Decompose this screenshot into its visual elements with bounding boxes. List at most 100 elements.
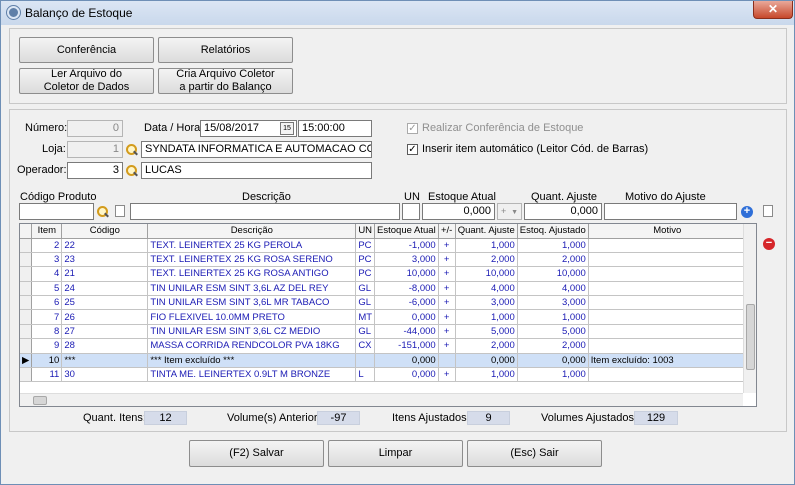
cell-descricao[interactable]: MASSA CORRIDA RENDCOLOR PVA 18KG — [147, 338, 357, 354]
cell-un[interactable]: GL — [355, 295, 376, 311]
cell-descricao[interactable]: TEXT. LEINERTEX 25 KG ROSA SERENO — [147, 252, 357, 268]
cell-quant-ajuste[interactable]: 1,000 — [455, 238, 518, 253]
cell-quant-ajuste[interactable]: 2,000 — [455, 252, 518, 268]
cell-quant-ajuste[interactable]: 2,000 — [455, 338, 518, 354]
table-row[interactable]: 6 25 TIN UNILAR ESM SINT 3,6L MR TABACO GL -… — [20, 295, 747, 311]
cell-item[interactable]: 5 — [31, 281, 63, 297]
grid-vertical-scrollbar[interactable] — [743, 224, 756, 393]
motivo-ajuste-input[interactable] — [604, 203, 737, 220]
un-input[interactable] — [402, 203, 420, 220]
cell-codigo[interactable]: *** — [61, 353, 149, 369]
cell-item[interactable]: 3 — [31, 252, 63, 268]
table-row[interactable]: 9 28 MASSA CORRIDA RENDCOLOR PVA 18KG CX -15… — [20, 338, 747, 354]
row-indicator[interactable] — [20, 324, 33, 340]
cell-codigo[interactable]: 21 — [61, 266, 149, 282]
cell-estoque-atual[interactable]: 0,000 — [374, 367, 439, 383]
cell-item[interactable]: 10 — [31, 353, 63, 369]
cell-codigo[interactable]: 24 — [61, 281, 149, 297]
row-indicator[interactable] — [20, 309, 33, 325]
estoque-atual-input[interactable]: 0,000 — [422, 203, 495, 220]
remove-item-icon[interactable]: − — [763, 238, 775, 250]
cell-quant-ajuste[interactable]: 4,000 — [455, 281, 518, 297]
cell-sinal[interactable]: + — [438, 281, 456, 297]
produto-search-icon[interactable] — [97, 206, 108, 217]
cell-quant-ajuste[interactable]: 10,000 — [455, 266, 518, 282]
cell-item[interactable]: 7 — [31, 309, 63, 325]
cell-estoq-ajustado[interactable]: 0,000 — [517, 353, 589, 369]
row-indicator[interactable] — [20, 367, 33, 383]
header-codigo[interactable]: Código — [61, 224, 149, 239]
vertical-scroll-thumb[interactable] — [746, 304, 755, 370]
row-indicator[interactable] — [20, 266, 33, 282]
add-item-icon[interactable]: + — [741, 206, 753, 218]
cell-motivo[interactable] — [588, 338, 747, 354]
cell-item[interactable]: 4 — [31, 266, 63, 282]
cell-quant-ajuste[interactable]: 0,000 — [455, 353, 518, 369]
header-quant-ajuste[interactable]: Quant. Ajuste — [455, 224, 518, 239]
cell-un[interactable]: PC — [355, 238, 376, 253]
header-un[interactable]: UN — [355, 224, 376, 239]
sair-button[interactable]: (Esc) Sair — [467, 440, 602, 467]
cell-codigo[interactable]: 22 — [61, 238, 149, 253]
row-indicator[interactable] — [20, 252, 33, 268]
header-item[interactable]: Item — [31, 224, 63, 239]
cell-estoque-atual[interactable]: 10,000 — [374, 266, 439, 282]
cell-descricao[interactable]: TINTA ME. LEINERTEX 0.9LT M BRONZE — [147, 367, 357, 383]
cell-codigo[interactable]: 28 — [61, 338, 149, 354]
table-row[interactable]: 5 24 TIN UNILAR ESM SINT 3,6L AZ DEL REY GL… — [20, 281, 747, 297]
loja-search-icon[interactable] — [126, 144, 137, 155]
cell-motivo[interactable] — [588, 238, 747, 253]
table-row[interactable]: ▶ 10 *** *** Item excluído *** 0,000 0,000 0,0… — [20, 353, 747, 369]
row-indicator[interactable] — [20, 238, 33, 253]
cell-sinal[interactable]: + — [438, 309, 456, 325]
cell-motivo[interactable] — [588, 309, 747, 325]
cria-arquivo-coletor-button[interactable]: Cria Arquivo Coletor a partir do Balanço — [158, 68, 293, 94]
calendar-icon[interactable]: 15 — [280, 122, 294, 135]
cell-estoq-ajustado[interactable]: 1,000 — [517, 238, 589, 253]
header-motivo[interactable]: Motivo — [588, 224, 747, 239]
cell-descricao[interactable]: TIN UNILAR ESM SINT 3,6L AZ DEL REY — [147, 281, 357, 297]
cell-estoq-ajustado[interactable]: 1,000 — [517, 367, 589, 383]
cell-estoq-ajustado[interactable]: 4,000 — [517, 281, 589, 297]
operador-name-field[interactable]: LUCAS — [141, 162, 372, 179]
cell-estoque-atual[interactable]: 3,000 — [374, 252, 439, 268]
cell-estoque-atual[interactable]: 0,000 — [374, 353, 439, 369]
loja-name-field[interactable]: SYNDATA INFORMATICA E AUTOMACAO COME — [141, 141, 372, 158]
horizontal-scroll-thumb[interactable] — [33, 396, 47, 405]
cell-quant-ajuste[interactable]: 1,000 — [455, 367, 518, 383]
header-sinal[interactable]: +/- — [438, 224, 456, 239]
cell-item[interactable]: 2 — [31, 238, 63, 253]
cell-estoq-ajustado[interactable]: 10,000 — [517, 266, 589, 282]
cell-item[interactable]: 9 — [31, 338, 63, 354]
realizar-conferencia-checkbox[interactable]: ✓ — [407, 123, 418, 134]
cell-sinal[interactable]: + — [438, 338, 456, 354]
cell-estoque-atual[interactable]: -151,000 — [374, 338, 439, 354]
sign-select[interactable]: + ▼ — [497, 203, 522, 220]
cell-estoque-atual[interactable]: -1,000 — [374, 238, 439, 253]
produto-new-doc-icon[interactable] — [115, 205, 125, 217]
cell-estoque-atual[interactable]: -6,000 — [374, 295, 439, 311]
cell-descricao[interactable]: TEXT. LEINERTEX 25 KG ROSA ANTIGO — [147, 266, 357, 282]
operador-search-icon[interactable] — [126, 165, 137, 176]
cell-descricao[interactable]: FIO FLEXIVEL 10.0MM PRETO — [147, 309, 357, 325]
cell-sinal[interactable]: + — [438, 238, 456, 253]
quant-ajuste-input[interactable]: 0,000 — [524, 203, 602, 220]
cell-un[interactable]: CX — [355, 338, 376, 354]
cell-motivo[interactable] — [588, 367, 747, 383]
cell-motivo[interactable] — [588, 266, 747, 282]
codigo-produto-input[interactable] — [19, 203, 94, 220]
numero-field[interactable]: 0 — [67, 120, 123, 137]
cell-estoq-ajustado[interactable]: 5,000 — [517, 324, 589, 340]
clear-doc-icon[interactable] — [763, 205, 773, 217]
header-estoq-ajustado[interactable]: Estoq. Ajustado — [517, 224, 589, 239]
cell-motivo[interactable]: Item excluído: 1003 — [588, 353, 747, 369]
relatorios-button[interactable]: Relatórios — [158, 37, 293, 63]
cell-motivo[interactable] — [588, 324, 747, 340]
title-bar[interactable]: Balanço de Estoque ✕ — [1, 1, 794, 25]
cell-sinal[interactable]: + — [438, 367, 456, 383]
table-row[interactable]: 8 27 TIN UNILAR ESM SINT 3,6L CZ MEDIO GL -4… — [20, 324, 747, 340]
operador-code-field[interactable]: 3 — [67, 162, 123, 179]
cell-un[interactable]: L — [355, 367, 376, 383]
cell-un[interactable] — [355, 353, 376, 369]
cell-estoq-ajustado[interactable]: 3,000 — [517, 295, 589, 311]
